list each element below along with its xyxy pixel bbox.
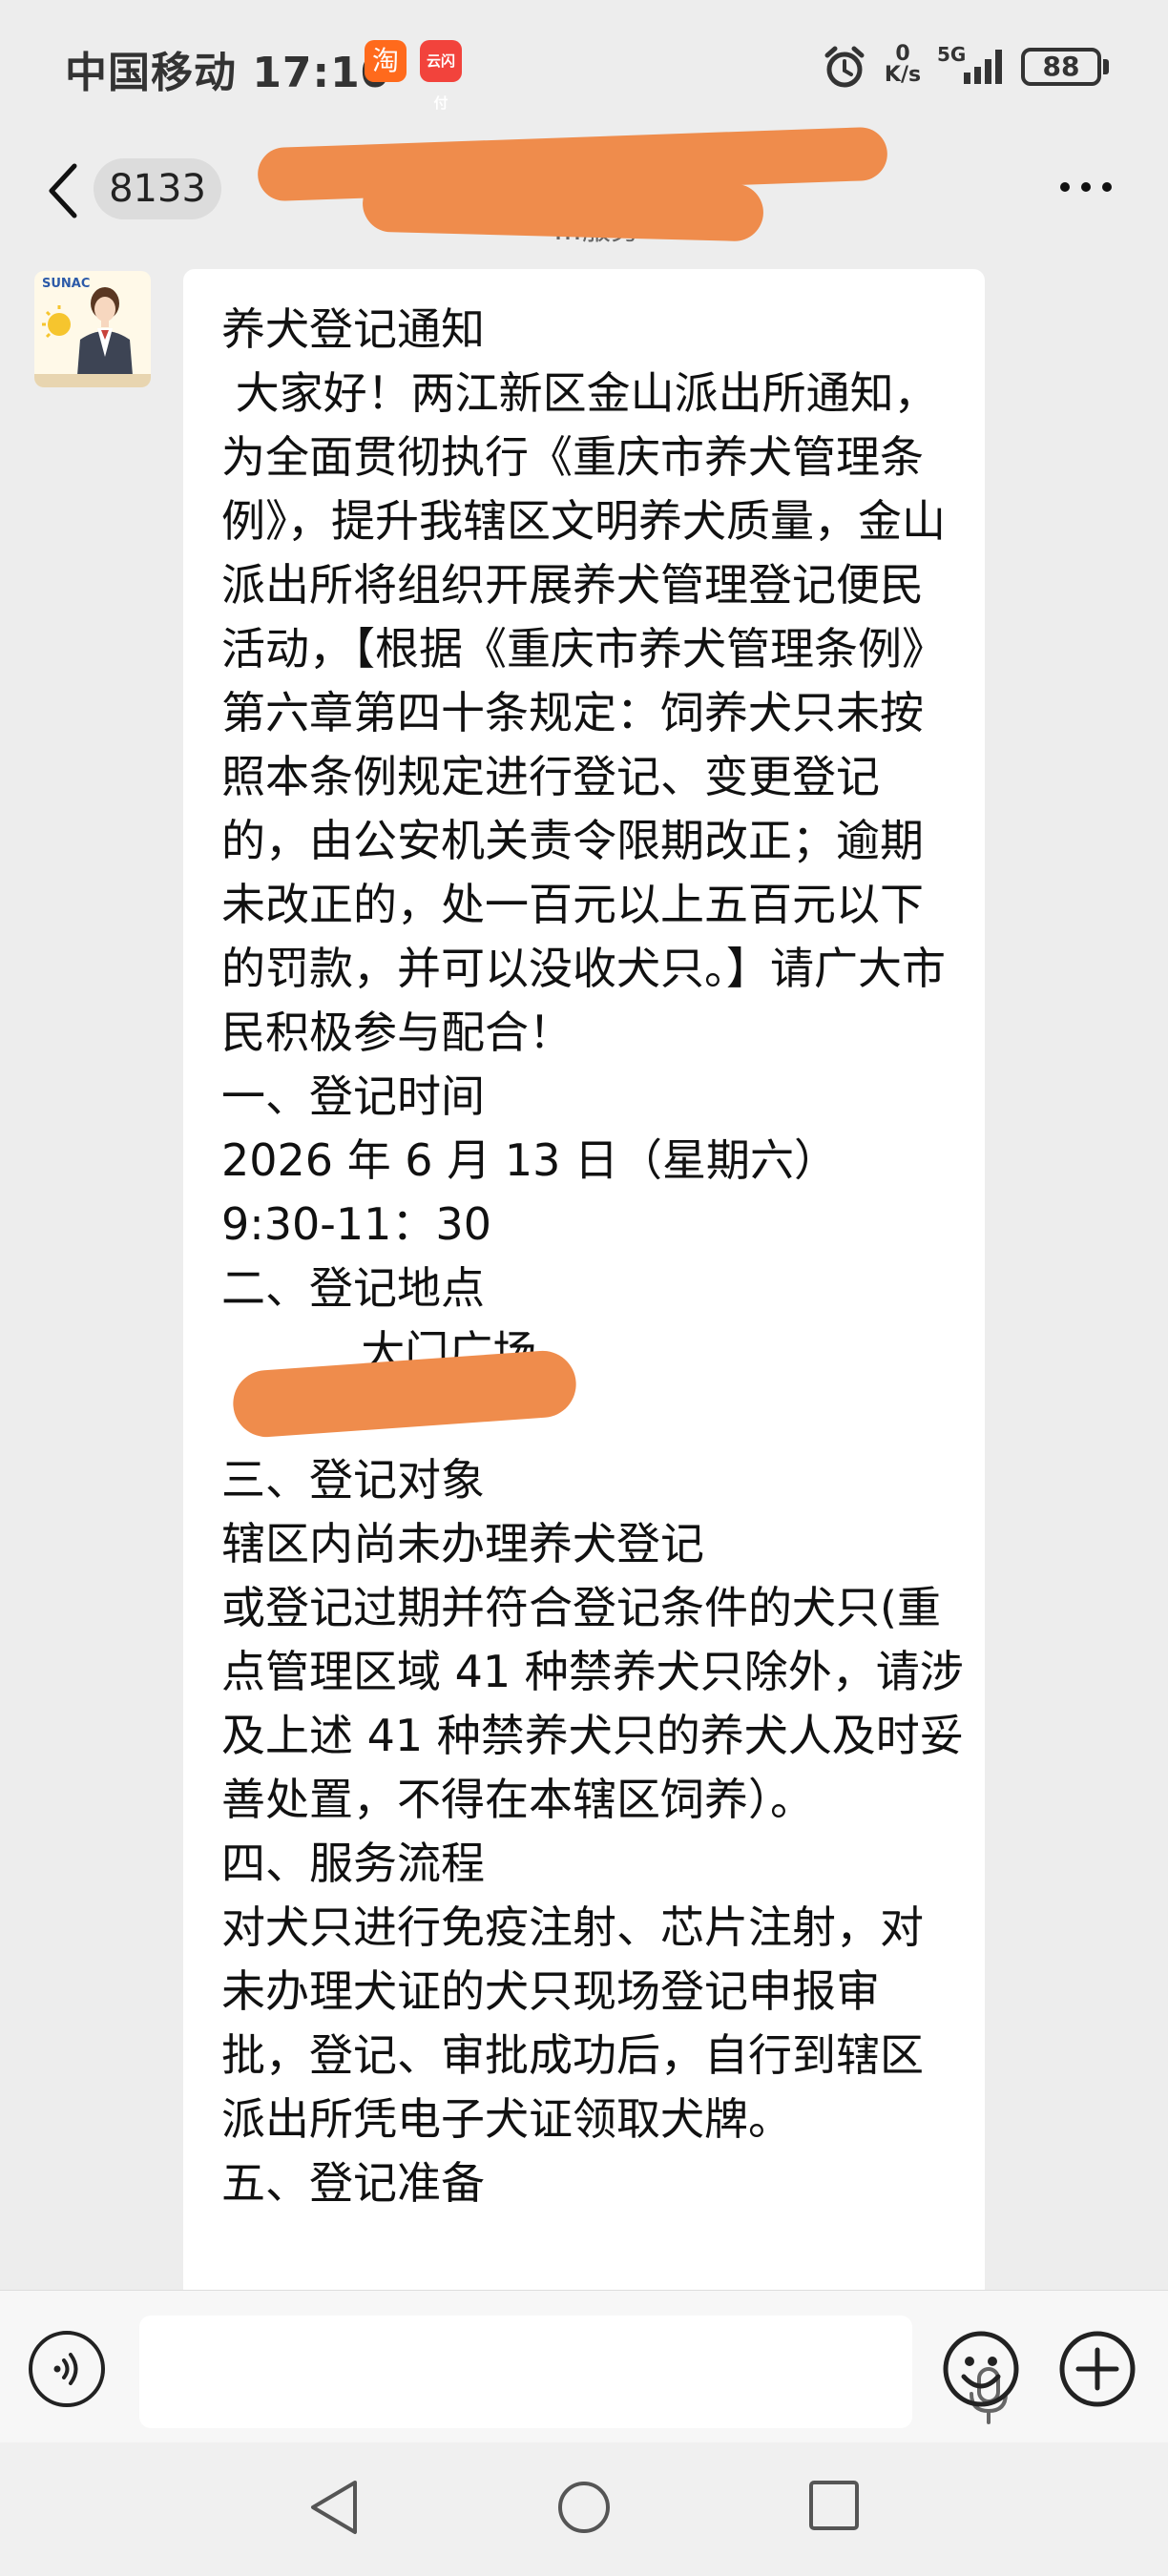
signal-5g-icon: 5G	[937, 44, 1002, 84]
redaction-mark	[362, 174, 764, 242]
net-speed-value: 0	[895, 42, 910, 66]
nav-back-icon[interactable]	[305, 2477, 363, 2538]
avatar-brand: SUNAC	[42, 277, 91, 291]
voice-icon	[53, 2353, 78, 2385]
battery-indicator: 88	[1021, 48, 1101, 86]
carrier-time: 中国移动 17:10	[65, 49, 391, 97]
back-chevron-icon[interactable]	[46, 160, 80, 221]
emoji-icon[interactable]	[941, 2329, 1021, 2409]
alarm-icon	[824, 46, 865, 88]
unread-count-badge[interactable]: 8133	[94, 158, 221, 219]
battery-tip	[1103, 59, 1109, 74]
nav-recent-apps-icon[interactable]	[807, 2479, 861, 2532]
status-bar: 中国移动 17:10 淘 云闪付 0 K/s 5G 88	[0, 0, 1168, 134]
net-speed: 0 K/s	[878, 44, 928, 86]
nav-home-icon[interactable]	[555, 2477, 613, 2538]
network-label: 5G	[937, 44, 966, 66]
net-speed-unit: K/s	[884, 63, 922, 87]
input-bar	[0, 2290, 1168, 2443]
unionpay-app-icon: 云闪付	[420, 40, 462, 112]
message-bubble[interactable]: 养犬登记通知 大家好！两江新区金山派出所通知，为全面贯彻执行《重庆市养犬管理条例…	[183, 269, 985, 2301]
message-input[interactable]	[139, 2316, 1008, 2428]
plus-icon[interactable]	[1057, 2329, 1137, 2409]
message-text: 养犬登记通知 大家好！两江新区金山派出所通知，为全面贯彻执行《重庆市养犬管理条例…	[221, 303, 964, 2209]
system-nav-bar	[0, 2442, 1168, 2576]
sender-avatar[interactable]: SUNAC	[34, 271, 151, 387]
more-dots-icon[interactable]	[1057, 179, 1115, 195]
chat-header: 8133 …服务	[0, 126, 1168, 258]
taobao-app-icon: 淘	[365, 40, 407, 82]
voice-button[interactable]	[29, 2331, 105, 2407]
